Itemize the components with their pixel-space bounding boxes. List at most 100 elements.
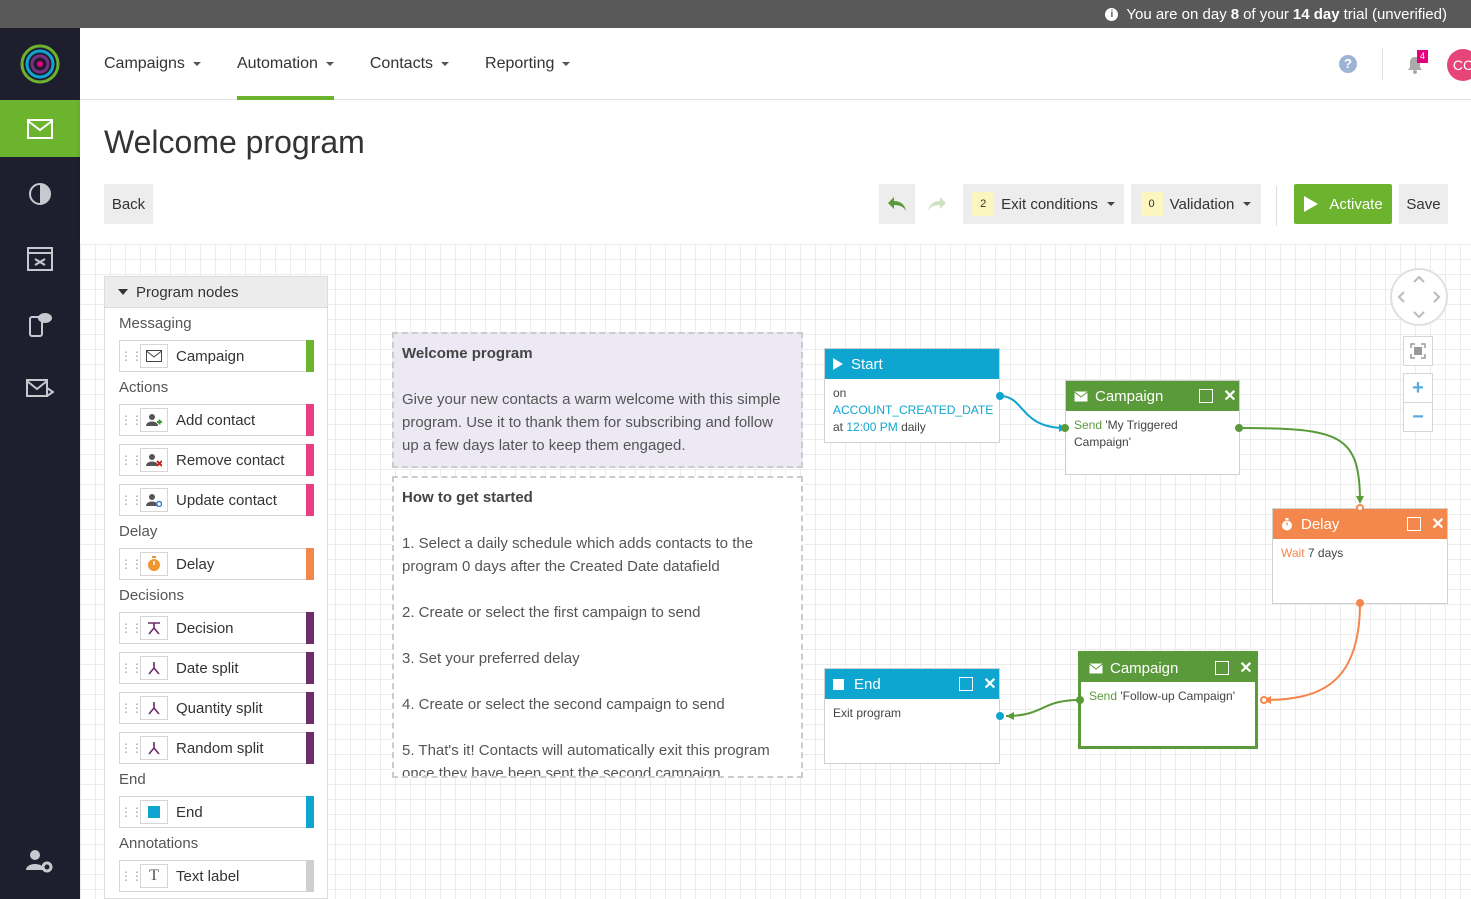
zoom-in-button[interactable]: + — [1403, 373, 1433, 403]
sidebar-reports[interactable] — [0, 165, 80, 222]
nav-automation-label: Automation — [236, 55, 318, 72]
close-icon[interactable]: ✕ — [1237, 658, 1255, 678]
start-field: ACCOUNT_CREATED_DATE — [833, 403, 994, 417]
sidebar-automation[interactable] — [0, 360, 80, 417]
campaign2-name: 'Follow-up Campaign' — [1120, 689, 1236, 703]
chevron-down-icon — [441, 62, 450, 66]
save-button[interactable]: Save — [1399, 184, 1448, 224]
divider — [1382, 48, 1383, 80]
trial-mid: of your — [1243, 5, 1289, 23]
undo-icon — [888, 197, 906, 211]
connector-delay-campaign2 — [1263, 602, 1361, 701]
nav-contacts[interactable]: Contacts — [369, 28, 450, 100]
node-start-title: Start — [851, 355, 883, 373]
top-navigation: Campaigns Automation Contacts Reporting … — [80, 28, 1471, 100]
input-port[interactable] — [1356, 504, 1364, 512]
chevron-down-icon — [325, 62, 334, 66]
copy-icon[interactable] — [1407, 517, 1421, 531]
arrowhead — [1006, 712, 1014, 720]
nav-contacts-label: Contacts — [369, 55, 434, 72]
output-port[interactable] — [1235, 424, 1243, 432]
chevron-down-icon — [562, 62, 571, 66]
nav-campaigns[interactable]: Campaigns — [104, 28, 201, 100]
exit-conditions-dropdown[interactable]: 2 Exit conditions — [963, 184, 1124, 224]
back-button[interactable]: Back — [104, 184, 153, 224]
notification-badge: 4 — [1417, 50, 1429, 63]
chevron-down-icon — [192, 62, 201, 66]
chevron-down-icon — [1243, 202, 1252, 206]
output-port[interactable] — [996, 392, 1004, 400]
fit-to-screen-button[interactable] — [1403, 336, 1433, 366]
sidebar-landing-pages[interactable] — [0, 230, 80, 287]
copy-icon[interactable] — [1215, 661, 1229, 675]
validation-label: Validation — [1169, 195, 1235, 213]
close-icon[interactable]: ✕ — [1221, 386, 1239, 406]
node-delay[interactable]: Delay ✕ Wait 7 days — [1272, 508, 1448, 604]
node-campaign-2[interactable]: Campaign ✕ Send 'Follow-up Campaign' — [1078, 651, 1258, 749]
program-canvas[interactable]: Program nodes Messaging ⋮⋮ Campaign Acti… — [80, 244, 1471, 899]
envelope-icon — [27, 118, 53, 139]
stopwatch-icon — [1282, 517, 1292, 530]
output-port[interactable] — [1076, 696, 1084, 704]
connectors — [999, 395, 1364, 720]
info-icon: i — [1105, 7, 1119, 21]
trial-day: 8 — [1230, 5, 1240, 23]
undo-button[interactable] — [879, 184, 915, 224]
page-title: Welcome program — [104, 124, 365, 160]
play-icon — [1304, 196, 1319, 212]
input-port[interactable] — [1260, 696, 1268, 704]
redo-icon — [928, 197, 946, 211]
trial-prefix: You are on day — [1126, 5, 1227, 23]
mobile-chat-icon — [29, 312, 52, 337]
node-end-title: End — [854, 675, 881, 693]
pan-control[interactable] — [1390, 268, 1448, 326]
copy-icon[interactable] — [1199, 389, 1213, 403]
divider — [1276, 186, 1277, 226]
node-campaign2-title: Campaign — [1110, 659, 1179, 677]
input-port[interactable] — [1061, 424, 1069, 432]
nav-reporting[interactable]: Reporting — [485, 28, 571, 100]
validation-dropdown[interactable]: 0 Validation — [1131, 184, 1261, 224]
connector-start-campaign — [999, 395, 1066, 429]
avatar[interactable]: CC — [1447, 49, 1471, 81]
close-icon[interactable]: ✕ — [1429, 514, 1447, 534]
redo-button[interactable] — [919, 184, 955, 224]
activate-label: Activate — [1329, 195, 1383, 213]
copy-icon[interactable] — [959, 677, 973, 691]
sidebar-settings[interactable] — [0, 832, 80, 889]
campaign1-send: Send — [1074, 418, 1103, 432]
pie-chart-icon — [29, 182, 51, 205]
browser-icon — [27, 246, 53, 271]
exit-conditions-count: 2 — [972, 192, 995, 216]
connector-campaign2-end — [1005, 699, 1081, 717]
sidebar-campaigns[interactable] — [0, 100, 80, 157]
start-freq: daily — [901, 420, 926, 434]
delay-value: 7 days — [1307, 546, 1344, 560]
start-on: on — [833, 386, 847, 400]
arrowhead — [1356, 496, 1364, 504]
help-icon[interactable]: ? — [1339, 55, 1357, 73]
input-port[interactable] — [996, 712, 1004, 720]
play-icon — [833, 358, 843, 370]
node-end[interactable]: End ✕ Exit program — [824, 668, 1000, 764]
close-icon[interactable]: ✕ — [981, 674, 999, 694]
node-start[interactable]: Start on ACCOUNT_CREATED_DATE at 12:00 P… — [824, 348, 1000, 443]
start-at: at — [833, 420, 844, 434]
delay-wait: Wait — [1281, 546, 1305, 560]
nav-automation[interactable]: Automation — [236, 28, 334, 100]
connector-campaign-delay — [1238, 427, 1361, 503]
fit-screen-icon — [1410, 343, 1426, 359]
end-body: Exit program — [833, 706, 902, 720]
nav-reporting-label: Reporting — [485, 55, 555, 72]
app-logo-icon[interactable] — [20, 44, 60, 84]
sidebar-sms[interactable] — [0, 295, 80, 352]
email-automation-icon — [26, 378, 54, 397]
activate-button[interactable]: Activate — [1294, 184, 1392, 224]
exit-conditions-label: Exit conditions — [1001, 195, 1098, 213]
page-header: Welcome program Back 2 Exit conditions 0… — [80, 100, 1471, 244]
trial-suffix: trial (unverified) — [1343, 5, 1447, 23]
node-campaign-1[interactable]: Campaign ✕ Send 'My Triggered Campaign' — [1065, 380, 1240, 475]
pan-arrows-icon — [1397, 275, 1441, 319]
zoom-out-button[interactable]: − — [1403, 402, 1433, 432]
output-port[interactable] — [1356, 599, 1364, 607]
